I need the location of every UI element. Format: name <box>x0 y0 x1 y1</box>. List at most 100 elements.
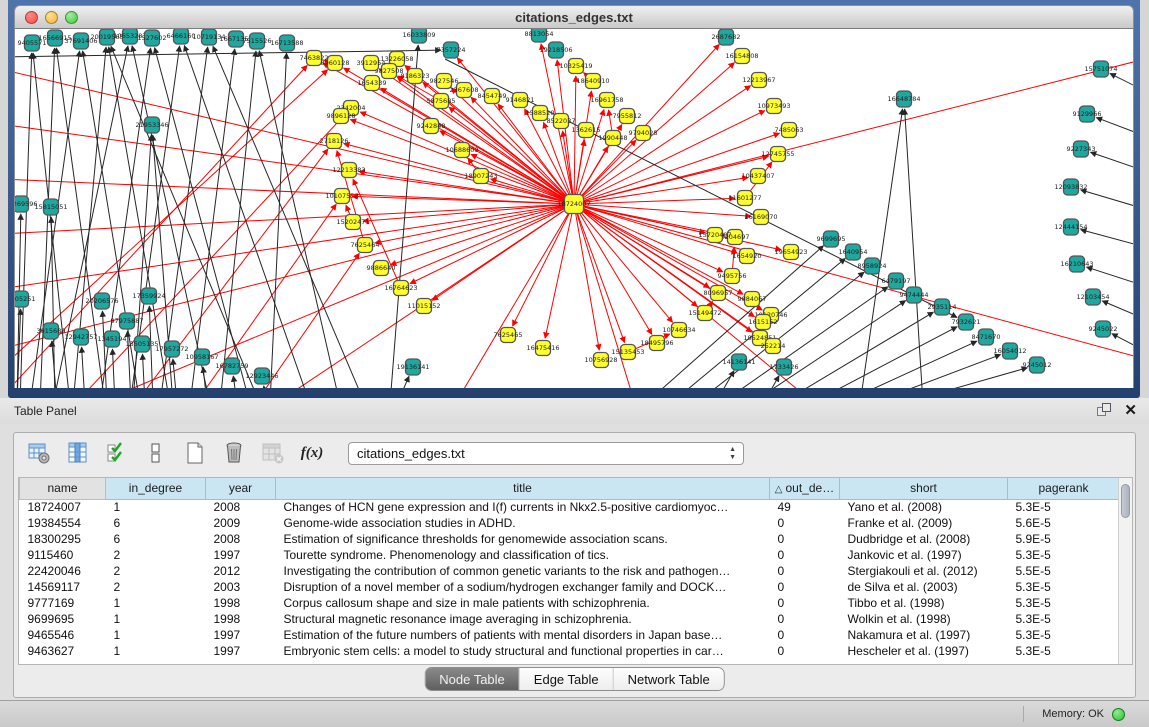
network-node[interactable]: 12444154 <box>1054 219 1087 235</box>
network-node[interactable]: 11015152 <box>407 299 440 314</box>
network-node[interactable]: 12103454 <box>1076 289 1109 305</box>
network-edge[interactable] <box>870 355 1001 388</box>
network-edge[interactable] <box>95 204 574 388</box>
network-node[interactable]: 16475416 <box>526 341 559 356</box>
network-node[interactable]: 16782759 <box>215 358 248 374</box>
network-node[interactable]: 6479197 <box>882 273 911 289</box>
column-header-in_degree[interactable]: in_degree <box>106 478 206 499</box>
row-height-icon[interactable] <box>143 440 169 466</box>
network-node[interactable]: 8186323 <box>401 69 430 84</box>
network-canvas[interactable]: 1872400713226058982750881863239827546236… <box>15 29 1134 388</box>
network-edge[interactable] <box>574 198 735 204</box>
column-header-pagerank[interactable]: pagerank <box>1008 478 1120 499</box>
table-row[interactable]: 1938455462009Genome-wide association stu… <box>20 515 1120 531</box>
select-rows-icon[interactable] <box>104 440 130 466</box>
network-edge[interactable] <box>15 65 307 388</box>
column-header-name[interactable]: name <box>20 478 106 499</box>
table-row[interactable]: 1456911722003Disruption of a novel membe… <box>20 579 1120 595</box>
network-edge[interactable] <box>15 204 574 349</box>
network-node[interactable]: 17359924 <box>132 288 165 304</box>
table-row[interactable]: 911546021997Tourette syndrome. Phenomeno… <box>20 547 1120 563</box>
network-node[interactable]: 8471670 <box>972 329 1001 345</box>
network-node[interactable]: 1990448 <box>599 131 628 146</box>
minimize-window-button[interactable] <box>45 11 58 24</box>
tab-edge-table[interactable]: Edge Table <box>520 668 614 690</box>
table-row[interactable]: 977716911998Corpus callosum shape and si… <box>20 595 1120 611</box>
network-node[interactable]: 10958167 <box>185 349 218 365</box>
network-node[interactable]: 2687682 <box>712 29 741 45</box>
network-node[interactable]: 16961758 <box>590 93 623 108</box>
import-table-icon-disabled[interactable] <box>260 440 286 466</box>
float-panel-icon[interactable] <box>1097 403 1112 418</box>
table-settings-icon[interactable] <box>26 440 52 466</box>
network-node[interactable]: 9146821 <box>506 93 535 108</box>
network-node[interactable]: 3905251 <box>15 291 35 307</box>
network-node[interactable]: 16033809 <box>402 29 435 43</box>
network-node[interactable]: 16154808 <box>725 49 758 64</box>
network-edge[interactable] <box>574 204 743 294</box>
network-node[interactable]: 10437407 <box>741 169 774 184</box>
network-edge[interactable] <box>275 204 574 388</box>
network-node[interactable]: 16713588 <box>270 35 303 51</box>
network-node[interactable]: 9495756 <box>718 269 747 284</box>
network-edge[interactable] <box>190 49 235 388</box>
network-node[interactable]: 19218506 <box>539 42 572 58</box>
network-node[interactable]: 8454749 <box>478 89 507 104</box>
table-row[interactable]: 1872400712008Changes of HCN gene express… <box>20 499 1120 515</box>
network-edge[interactable] <box>512 204 574 326</box>
table-row[interactable]: 1830029562008Estimation of significance … <box>20 531 1120 547</box>
close-panel-icon[interactable]: ✕ <box>1124 403 1137 418</box>
network-edge[interactable] <box>363 204 574 221</box>
network-node[interactable]: 13505135 <box>125 336 158 352</box>
network-edge[interactable] <box>213 46 365 388</box>
network-node[interactable]: 6466160 <box>167 29 196 44</box>
network-node[interactable]: 8813054 <box>525 29 554 42</box>
network-edge[interactable] <box>455 204 574 388</box>
column-header-year[interactable]: year <box>206 478 276 499</box>
network-node[interactable]: 7955812 <box>613 109 642 124</box>
network-node[interactable]: 12213383 <box>332 163 365 178</box>
network-edge[interactable] <box>574 204 673 322</box>
network-node[interactable]: 9245012 <box>1023 357 1052 373</box>
scrollbar-thumb[interactable] <box>1121 484 1130 518</box>
table-row[interactable]: 946362711997Embryonic stem cells: a mode… <box>20 643 1120 659</box>
zoom-window-button[interactable] <box>65 11 78 24</box>
network-edge[interactable] <box>810 327 957 388</box>
network-edge[interactable] <box>173 359 177 388</box>
network-node[interactable]: 10107552 <box>325 189 358 204</box>
network-node[interactable]: 9129966 <box>1073 106 1102 122</box>
network-node[interactable]: 7625464 <box>351 238 380 253</box>
network-node[interactable]: 7357224 <box>437 42 466 58</box>
column-header-out_de[interactable]: △out_de… <box>770 478 840 499</box>
network-node[interactable]: 17957272 <box>155 341 188 357</box>
network-edge[interactable] <box>220 51 256 388</box>
network-edge[interactable] <box>82 347 85 388</box>
column-header-short[interactable]: short <box>840 478 1008 499</box>
network-node[interactable]: 15815051 <box>34 199 67 215</box>
network-node[interactable]: 9794028 <box>629 126 658 141</box>
network-edge[interactable] <box>1110 73 1134 91</box>
network-edge[interactable] <box>203 367 207 388</box>
network-node[interactable]: 1654339 <box>358 76 387 91</box>
network-node[interactable]: 18640910 <box>576 74 609 89</box>
network-node[interactable]: 8958924 <box>858 258 887 274</box>
network-node[interactable]: 16210643 <box>1060 256 1093 272</box>
network-node[interactable]: 1733426 <box>770 359 799 375</box>
network-node[interactable]: 15149472 <box>688 306 721 321</box>
network-node[interactable]: 12093832 <box>1054 179 1087 195</box>
network-node[interactable]: 9699695 <box>817 231 846 247</box>
network-edge[interactable] <box>20 53 32 388</box>
column-header-title[interactable]: title <box>276 478 770 499</box>
network-node[interactable]: 1345194 <box>98 331 127 347</box>
network-node[interactable]: 18907243 <box>464 169 497 184</box>
tab-network-table[interactable]: Network Table <box>614 668 724 690</box>
network-edge[interactable] <box>574 59 1134 204</box>
network-node[interactable]: 11601277 <box>728 191 761 206</box>
network-node[interactable]: 5875685 <box>427 94 456 109</box>
network-edge[interactable] <box>1096 118 1134 136</box>
network-edge[interactable] <box>112 349 115 388</box>
network-edge[interactable] <box>574 44 719 204</box>
network-node[interactable]: 7485063 <box>775 123 804 138</box>
network-edge[interactable] <box>360 112 574 204</box>
network-node[interactable]: 19654923 <box>774 245 807 260</box>
